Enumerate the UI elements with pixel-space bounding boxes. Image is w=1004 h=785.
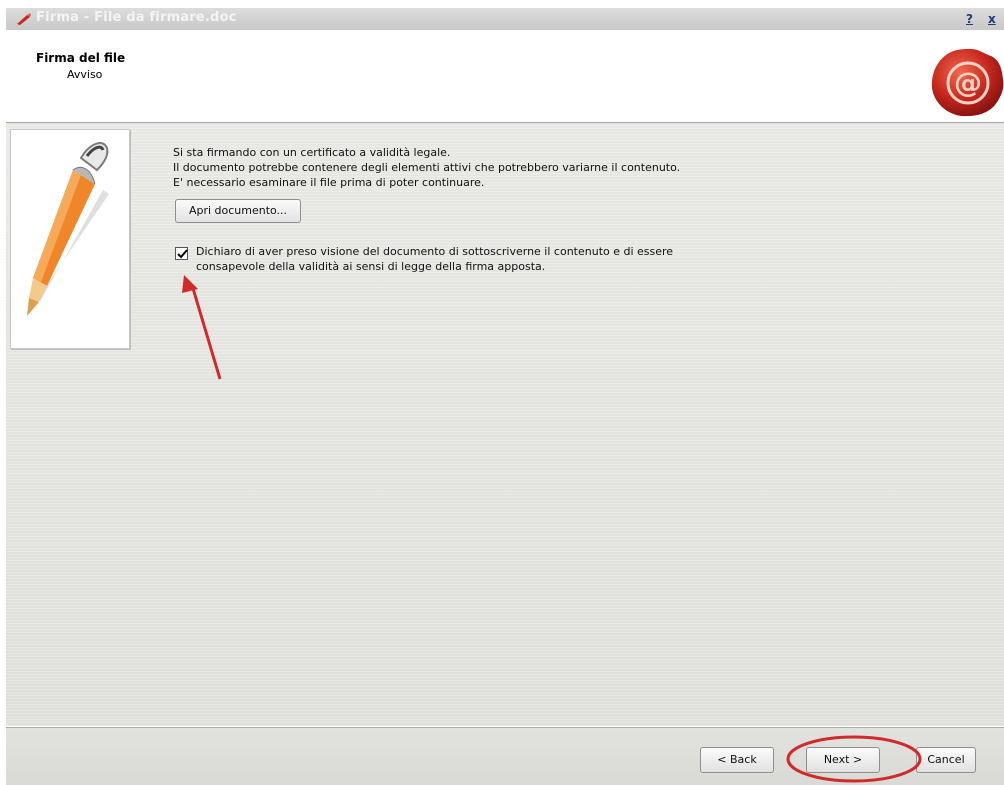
annotation-circle — [786, 735, 922, 783]
info-line: Il documento potrebbe contenere degli el… — [173, 161, 681, 174]
annotation-arrow — [182, 275, 222, 380]
declaration-line: consapevole della validità ai sensi di l… — [196, 260, 546, 273]
back-button[interactable]: < Back — [700, 747, 774, 773]
wizard-body: Si sta firmando con un certificato a val… — [6, 123, 1004, 726]
window-title: Firma - File da firmare.doc — [36, 10, 237, 25]
declaration-label[interactable]: Dichiaro di aver preso visione del docum… — [196, 244, 673, 274]
pen-illustration-panel — [10, 129, 130, 349]
info-text: Si sta firmando con un certificato a val… — [173, 145, 680, 190]
wax-seal-at-icon: @ — [931, 48, 1004, 117]
declaration-checkbox[interactable] — [175, 247, 188, 260]
title-bar: Firma - File da firmare.doc ? x — [6, 8, 1004, 31]
page-subtitle: Avviso — [67, 68, 103, 81]
info-line: Si sta firmando con un certificato a val… — [173, 146, 451, 159]
wizard-footer: < Back Next > Cancel — [6, 726, 1004, 785]
footer-divider — [6, 727, 1004, 728]
page-title: Firma del file — [36, 51, 126, 65]
close-button[interactable]: x — [988, 11, 1002, 27]
svg-text:@: @ — [954, 66, 982, 99]
help-button[interactable]: ? — [966, 11, 980, 27]
checkmark-icon — [177, 249, 188, 259]
signature-pen-icon — [17, 13, 31, 25]
pen-illustration — [27, 142, 109, 316]
declaration-line: Dichiaro di aver preso visione del docum… — [196, 245, 674, 258]
info-line: E' necessario esaminare il file prima di… — [173, 176, 485, 189]
open-document-button[interactable]: Apri documento... — [175, 199, 301, 223]
wizard-header: Firma del file Avviso @ — [6, 30, 1004, 123]
